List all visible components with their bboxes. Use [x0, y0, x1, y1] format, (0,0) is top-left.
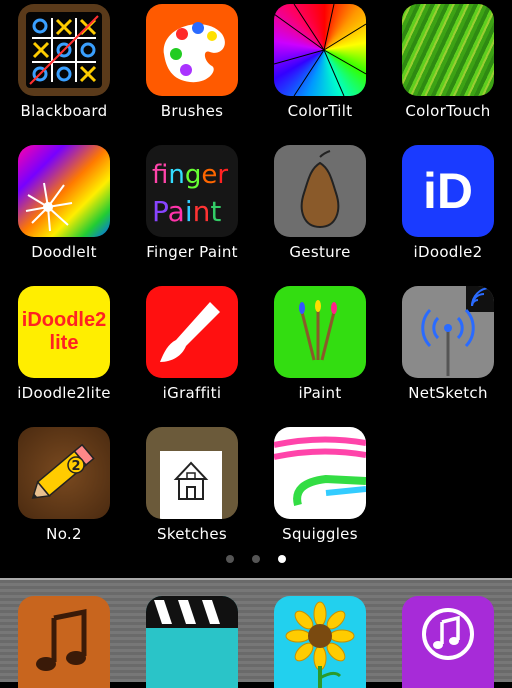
app-colortilt[interactable]: ColorTilt: [256, 4, 384, 145]
music-icon: [18, 596, 110, 688]
colortouch-icon: [402, 4, 494, 96]
icon-text-paint: Paint: [152, 195, 221, 228]
app-label: ColorTouch: [405, 102, 491, 120]
squiggles-icon: [274, 427, 366, 519]
page-indicator[interactable]: [0, 552, 512, 566]
app-label: Gesture: [289, 243, 351, 261]
app-squiggles[interactable]: Squiggles: [256, 427, 384, 568]
icon-text-lite: lite: [49, 332, 79, 354]
icon-text: 2: [71, 459, 80, 474]
app-label: Finger Paint: [146, 243, 238, 261]
app-idoodle2lite[interactable]: iDoodle2 lite iDoodle2lite: [0, 286, 128, 427]
app-label: iGraffiti: [162, 384, 222, 402]
app-label: ColorTilt: [287, 102, 353, 120]
app-label: Brushes: [160, 102, 224, 120]
app-gesture[interactable]: Gesture: [256, 145, 384, 286]
blackboard-icon: [18, 4, 110, 96]
app-netsketch[interactable]: NetSketch: [384, 286, 512, 427]
app-label: Squiggles: [282, 525, 358, 543]
idoodle2lite-icon: iDoodle2 lite: [18, 286, 110, 378]
app-colortouch[interactable]: ColorTouch: [384, 4, 512, 145]
gesture-icon: [274, 145, 366, 237]
app-label: Sketches: [157, 525, 227, 543]
app-label: iDoodle2lite: [17, 384, 111, 402]
app-idoodle2[interactable]: iD iDoodle2: [384, 145, 512, 286]
app-blackboard[interactable]: Blackboard: [0, 4, 128, 145]
igraffiti-icon: [146, 286, 238, 378]
icon-text-idoodle2: iDoodle2: [21, 309, 107, 331]
app-label: NetSketch: [408, 384, 488, 402]
icon-text-finger: finger: [152, 160, 228, 190]
app-label: iDoodle2: [413, 243, 483, 261]
itunes-icon: [402, 596, 494, 688]
app-brushes[interactable]: Brushes: [128, 4, 256, 145]
app-ipaint[interactable]: iPaint: [256, 286, 384, 427]
app-no2[interactable]: 2 No.2: [0, 427, 128, 568]
page-dot: [226, 555, 234, 563]
sunflower-photos-icon: [274, 596, 366, 688]
dock-app-music[interactable]: [0, 596, 128, 688]
app-label: No.2: [46, 525, 82, 543]
dock-app-itunes[interactable]: [384, 596, 512, 688]
doodleit-icon: [18, 145, 110, 237]
app-igraffiti[interactable]: iGraffiti: [128, 286, 256, 427]
home-screen-grid: Blackboard Brushes ColorTilt ColorTouch …: [0, 0, 512, 564]
brushes-icon: [146, 4, 238, 96]
dock: [0, 578, 512, 688]
ipaint-icon: [274, 286, 366, 378]
app-doodleit[interactable]: DoodleIt: [0, 145, 128, 286]
app-label: iPaint: [298, 384, 342, 402]
sketches-icon: [146, 427, 238, 519]
app-label: DoodleIt: [31, 243, 97, 261]
no2-pencil-icon: 2: [18, 427, 110, 519]
fingerpaint-icon: finger Paint: [146, 145, 238, 237]
dock-app-photos[interactable]: [256, 596, 384, 688]
page-dot-active: [278, 555, 286, 563]
colortilt-icon: [274, 4, 366, 96]
netsketch-icon: [402, 286, 494, 378]
page-dot: [252, 555, 260, 563]
dock-app-videos[interactable]: [128, 596, 256, 688]
videos-icon: [146, 596, 238, 688]
idoodle2-icon: iD: [402, 145, 494, 237]
app-sketches[interactable]: Sketches: [128, 427, 256, 568]
app-finger-paint[interactable]: finger Paint Finger Paint: [128, 145, 256, 286]
icon-text: iD: [423, 163, 473, 219]
app-label: Blackboard: [20, 102, 108, 120]
